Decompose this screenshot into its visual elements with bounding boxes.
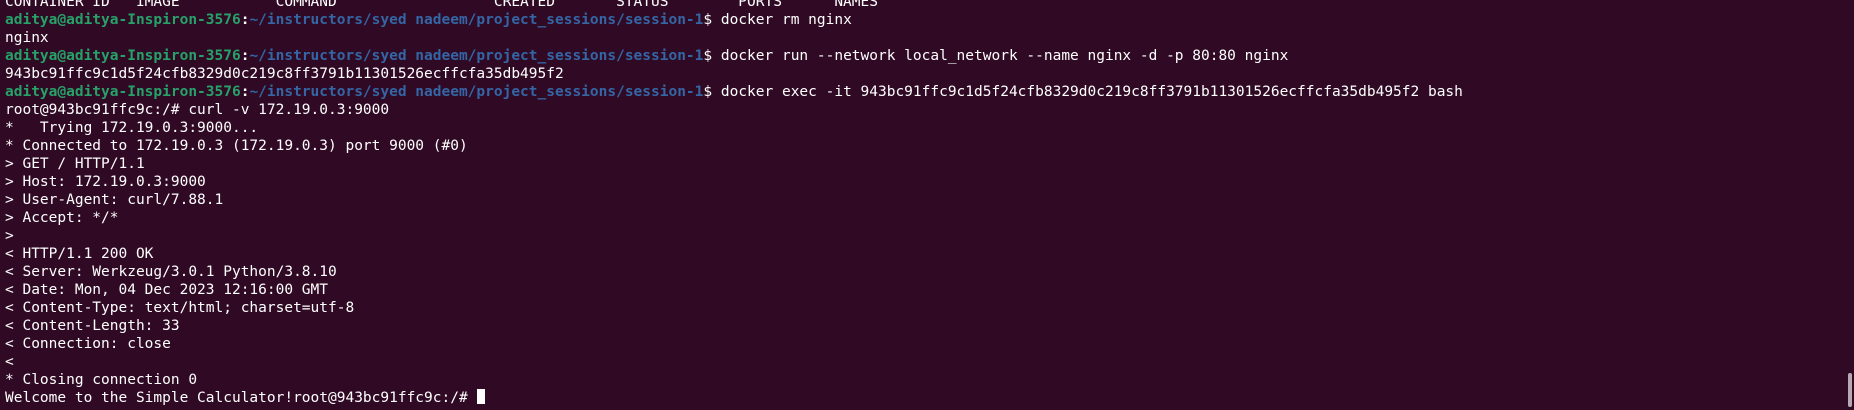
output-line: > Host: 172.19.0.3:9000 xyxy=(5,173,1838,191)
output-text: < HTTP/1.1 200 OK xyxy=(5,246,154,262)
output-line: < Server: Werkzeug/3.0.1 Python/3.8.10 xyxy=(5,263,1838,281)
output-line: * Connected to 172.19.0.3 (172.19.0.3) p… xyxy=(5,137,1838,155)
output-text: 943bc91ffc9c1d5f24cfb8329d0c219c8ff3791b… xyxy=(5,66,564,82)
output-line: < Date: Mon, 04 Dec 2023 12:16:00 GMT xyxy=(5,281,1838,299)
terminal-window[interactable]: CONTAINER ID IMAGE COMMAND CREATED STATU… xyxy=(0,0,1854,410)
output-text: * Closing connection 0 xyxy=(5,372,198,388)
output-text: > GET / HTTP/1.1 xyxy=(5,156,145,172)
prompt-dollar: $ xyxy=(703,12,721,28)
output-line: < Connection: close xyxy=(5,335,1838,353)
output-text: root@943bc91ffc9c:/# curl -v 172.19.0.3:… xyxy=(5,102,390,118)
text-cursor[interactable] xyxy=(477,389,486,404)
prompt-dollar: $ xyxy=(703,84,721,100)
output-text: < Content-Length: 33 xyxy=(5,318,180,334)
prompt-user: aditya@aditya-Inspiron-3576 xyxy=(5,48,241,64)
output-line: root@943bc91ffc9c:/# curl -v 172.19.0.3:… xyxy=(5,101,1838,119)
output-line: > xyxy=(5,227,1838,245)
prompt-path: ~/instructors/syed nadeem/project_sessio… xyxy=(249,12,704,28)
prompt-user: aditya@aditya-Inspiron-3576 xyxy=(5,12,241,28)
prompt-command: docker exec -it 943bc91ffc9c1d5f24cfb832… xyxy=(720,84,1463,100)
active-input-line: Welcome to the Simple Calculator!root@94… xyxy=(5,389,1838,407)
output-text: < Content-Type: text/html; charset=utf-8 xyxy=(5,300,355,316)
output-text: > Accept: */* xyxy=(5,210,119,226)
output-line: < xyxy=(5,353,1838,371)
output-text: < Date: Mon, 04 Dec 2023 12:16:00 GMT xyxy=(5,282,329,298)
output-line: nginx xyxy=(5,29,1838,47)
output-text: > User-Agent: curl/7.88.1 xyxy=(5,192,224,208)
output-line: < HTTP/1.1 200 OK xyxy=(5,245,1838,263)
output-text: < Server: Werkzeug/3.0.1 Python/3.8.10 xyxy=(5,264,337,280)
prompt-line: aditya@aditya-Inspiron-3576:~/instructor… xyxy=(5,47,1838,65)
output-line: * Closing connection 0 xyxy=(5,371,1838,389)
output-text: * Connected to 172.19.0.3 (172.19.0.3) p… xyxy=(5,138,468,154)
output-text: < xyxy=(5,354,14,370)
prompt-command: docker run --network local_network --nam… xyxy=(720,48,1289,64)
output-line: < Content-Length: 33 xyxy=(5,317,1838,335)
prompt-path: ~/instructors/syed nadeem/project_sessio… xyxy=(249,48,704,64)
terminal-line-partial: CONTAINER ID IMAGE COMMAND CREATED STATU… xyxy=(5,0,878,10)
terminal-scrollbar[interactable] xyxy=(1844,0,1852,410)
output-text: > xyxy=(5,228,14,244)
output-line: < Content-Type: text/html; charset=utf-8 xyxy=(5,299,1838,317)
output-text: > Host: 172.19.0.3:9000 xyxy=(5,174,206,190)
output-line: > Accept: */* xyxy=(5,209,1838,227)
prompt-path: ~/instructors/syed nadeem/project_sessio… xyxy=(249,84,704,100)
output-text: nginx xyxy=(5,30,49,46)
prompt-line: aditya@aditya-Inspiron-3576:~/instructor… xyxy=(5,83,1838,101)
terminal-output[interactable]: CONTAINER ID IMAGE COMMAND CREATED STATU… xyxy=(5,0,1838,407)
prompt-user: aditya@aditya-Inspiron-3576 xyxy=(5,84,241,100)
output-text: Welcome to the Simple Calculator!root@94… xyxy=(5,390,477,406)
output-text: < Connection: close xyxy=(5,336,171,352)
prompt-command: docker rm nginx xyxy=(720,12,852,28)
prompt-line: aditya@aditya-Inspiron-3576:~/instructor… xyxy=(5,11,1838,29)
output-line: > User-Agent: curl/7.88.1 xyxy=(5,191,1838,209)
scrollbar-thumb[interactable] xyxy=(1848,373,1852,407)
output-line: 943bc91ffc9c1d5f24cfb8329d0c219c8ff3791b… xyxy=(5,65,1838,83)
output-line: * Trying 172.19.0.3:9000... xyxy=(5,119,1838,137)
output-line: > GET / HTTP/1.1 xyxy=(5,155,1838,173)
output-text: * Trying 172.19.0.3:9000... xyxy=(5,120,259,136)
prompt-dollar: $ xyxy=(703,48,721,64)
